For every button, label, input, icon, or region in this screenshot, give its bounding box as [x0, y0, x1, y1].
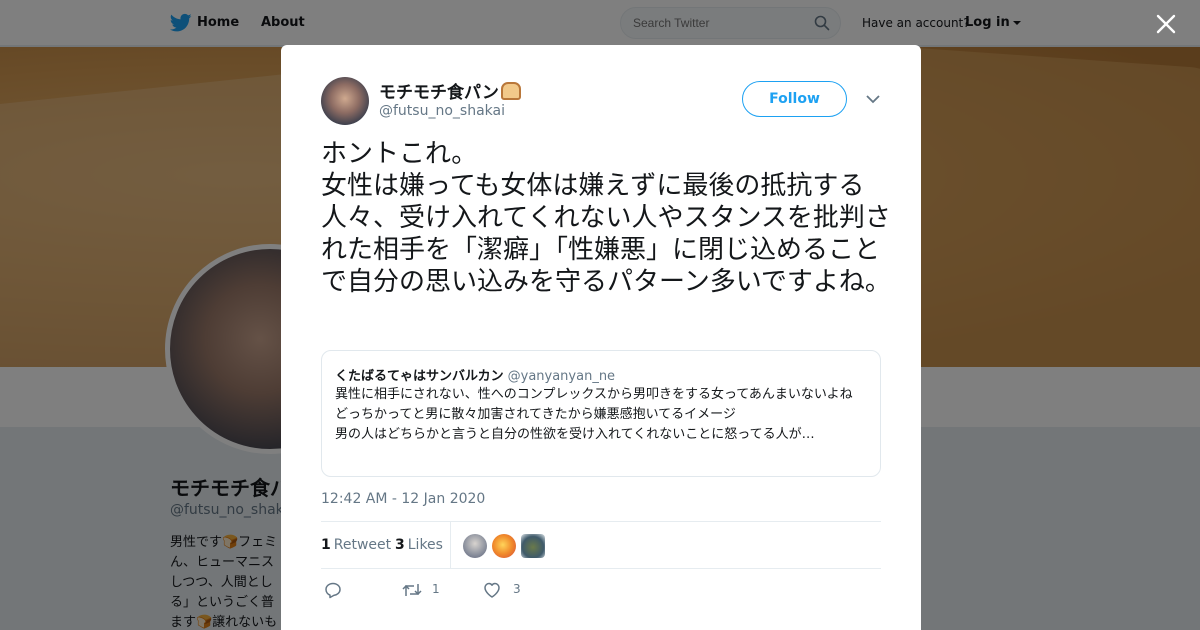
follow-button[interactable]: Follow — [742, 81, 847, 117]
heart-icon[interactable] — [483, 581, 501, 599]
quoted-tweet-header: くたばるてゃはサンバルカン @yanyanyan_ne — [335, 365, 615, 384]
liker-avatar[interactable] — [521, 534, 545, 558]
retweet-stat[interactable]: 1 Retweet — [321, 537, 391, 553]
author-name[interactable]: モチモチ食パン — [379, 78, 521, 103]
tweet-actions: 1 3 — [321, 577, 881, 601]
retweet-action-count[interactable]: 1 — [432, 582, 440, 596]
liker-avatar[interactable] — [492, 534, 516, 558]
tweet-stats: 1 Retweet 3 Likes — [321, 521, 881, 569]
quoted-author-name: くたばるてゃはサンバルカン — [335, 369, 504, 384]
like-action-count[interactable]: 3 — [513, 582, 521, 596]
author-name-text[interactable]: モチモチ食パン — [379, 83, 499, 103]
tweet-text: ホントこれ。 女性は嫌っても女体は嫌えずに最後の抵抗する人々、受け入れてくれない… — [321, 139, 891, 297]
chevron-down-icon[interactable] — [866, 94, 880, 104]
tweet-timestamp[interactable]: 12:42 AM - 12 Jan 2020 — [321, 491, 485, 507]
quoted-tweet[interactable]: くたばるてゃはサンバルカン @yanyanyan_ne 異性に相手にされない、性へ… — [321, 350, 881, 477]
likes-stat-label[interactable]: Likes — [408, 537, 443, 553]
author-avatar[interactable] — [321, 77, 369, 125]
author-handle[interactable]: @futsu_no_shakai — [379, 103, 505, 119]
retweet-stat-label[interactable]: Retweet — [334, 537, 391, 553]
retweet-count[interactable]: 1 — [321, 537, 331, 553]
quoted-tweet-text: 異性に相手にされない、性へのコンプレックスから男叩きをする女ってあんまいないよね… — [335, 387, 853, 442]
likes-stat[interactable]: 3 Likes — [395, 537, 443, 553]
stats-divider — [450, 522, 451, 568]
reply-icon[interactable] — [324, 581, 342, 599]
liker-avatar[interactable] — [463, 534, 487, 558]
close-icon[interactable] — [1156, 14, 1176, 34]
retweet-icon[interactable] — [402, 581, 422, 599]
bread-emoji-icon — [500, 82, 521, 100]
quoted-author-handle: @yanyanyan_ne — [507, 369, 616, 384]
tweet-modal: モチモチ食パン @futsu_no_shakai Follow ホントこれ。 女… — [281, 45, 921, 630]
likes-count[interactable]: 3 — [395, 537, 405, 553]
